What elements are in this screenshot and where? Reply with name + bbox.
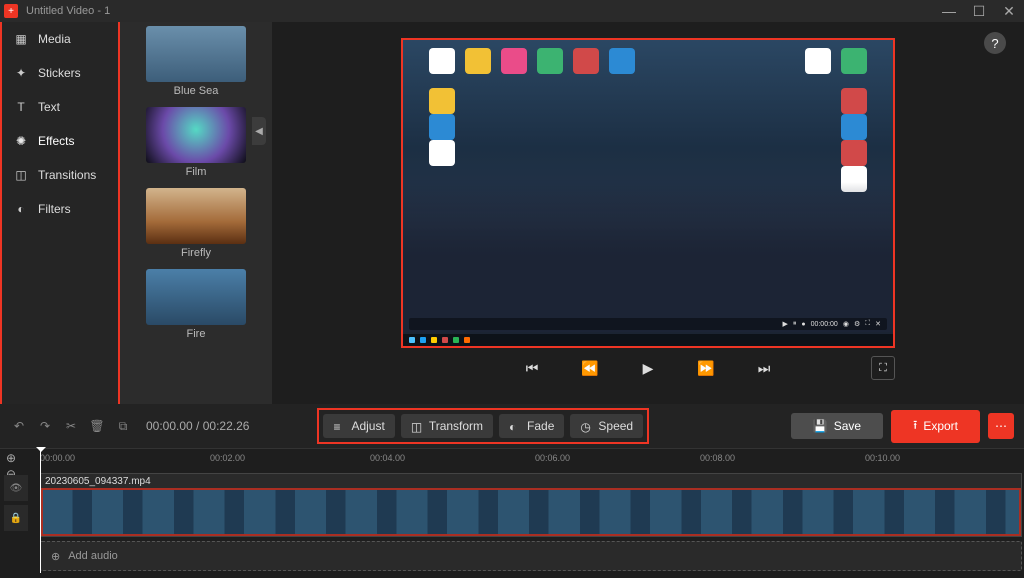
media-icon: ▦ xyxy=(14,32,28,46)
export-label: Export xyxy=(923,419,958,433)
audio-track-label: Add audio xyxy=(68,550,118,562)
ruler-tick: 00:08.00 xyxy=(700,453,735,463)
sidebar-item-effects[interactable]: ✺ Effects xyxy=(2,124,118,158)
playback-controls: ⏮ ⏪ ▶ ⏩ ⏭ ⛶ xyxy=(401,358,895,378)
redo-button[interactable]: ↷ xyxy=(36,417,54,435)
save-label: Save xyxy=(834,419,861,433)
clip-filename: 20230605_094337.mp4 xyxy=(45,476,151,487)
sidebar-item-text[interactable]: T Text xyxy=(2,90,118,124)
asset-thumb-label: Fire xyxy=(146,325,246,346)
fade-button[interactable]: ◐ Fade xyxy=(499,414,564,438)
lane-lock-toggle[interactable]: 🔒 xyxy=(4,505,28,531)
time-display: 00:00.00 / 00:22.26 xyxy=(146,419,249,433)
audio-track[interactable]: ⊕ Add audio xyxy=(40,541,1022,571)
forward-button[interactable]: ⏩ xyxy=(696,358,716,378)
adjust-label: Adjust xyxy=(351,419,384,433)
transform-button[interactable]: ◫ Transform xyxy=(401,414,493,438)
export-icon: ⭱ xyxy=(913,416,917,437)
maximize-button[interactable]: ☐ xyxy=(964,0,994,22)
speed-button[interactable]: ◷ Speed xyxy=(570,414,643,438)
delete-button[interactable]: 🗑 xyxy=(88,417,106,435)
transform-label: Transform xyxy=(429,419,483,433)
save-button[interactable]: 💾 Save xyxy=(791,413,883,439)
cut-button[interactable]: ✂ xyxy=(62,417,80,435)
close-button[interactable]: ✕ xyxy=(994,0,1024,22)
ruler-tick: 00:02.00 xyxy=(210,453,245,463)
text-icon: T xyxy=(14,100,28,114)
sidebar-item-label: Effects xyxy=(38,134,74,148)
export-button[interactable]: ⭱ Export xyxy=(891,410,980,443)
add-icon: ⊕ xyxy=(51,550,60,563)
timeline: ⊕ ⊖ 00:00.00 00:02.00 00:04.00 00:06.00 … xyxy=(0,448,1024,578)
undo-button[interactable]: ↶ xyxy=(10,417,28,435)
rewind-button[interactable]: ⏪ xyxy=(580,358,600,378)
help-icon: ? xyxy=(991,36,998,51)
play-button[interactable]: ▶ xyxy=(638,358,658,378)
preview-pane: ? ▶⏸●00:00:00◉⚙⛶✕ ⏮ ⏪ ▶ ⏩ ⏭ ⛶ xyxy=(272,22,1024,404)
sidebar-item-label: Text xyxy=(38,100,60,114)
transform-icon: ◫ xyxy=(411,420,423,432)
transitions-icon: ◫ xyxy=(14,168,28,182)
asset-firefly[interactable]: Firefly xyxy=(146,188,246,265)
asset-fire[interactable]: Fire xyxy=(146,269,246,346)
time-ruler[interactable]: 00:00.00 00:02.00 00:04.00 00:06.00 00:0… xyxy=(0,449,1024,469)
help-button[interactable]: ? xyxy=(984,32,1006,54)
sidebar-item-label: Stickers xyxy=(38,66,81,80)
clip-frames[interactable] xyxy=(41,488,1021,536)
playhead[interactable] xyxy=(40,449,41,573)
asset-thumb-label: Firefly xyxy=(146,244,246,265)
ruler-tick: 00:10.00 xyxy=(865,453,900,463)
app-logo: + xyxy=(4,4,18,18)
inner-playbar: ▶⏸●00:00:00◉⚙⛶✕ xyxy=(409,318,887,330)
video-preview[interactable]: ▶⏸●00:00:00◉⚙⛶✕ xyxy=(401,38,895,348)
asset-thumb-label: Film xyxy=(146,163,246,184)
titlebar: + Untitled Video - 1 — ☐ ✕ xyxy=(0,0,1024,22)
ruler-tick: 00:04.00 xyxy=(370,453,405,463)
asset-bluesea[interactable]: Blue Sea xyxy=(146,26,246,103)
sidebar-item-label: Filters xyxy=(38,202,71,216)
speed-label: Speed xyxy=(598,419,633,433)
fade-icon: ◐ xyxy=(509,420,521,432)
collapse-handle[interactable]: ◀ xyxy=(252,117,266,145)
video-track[interactable]: 20230605_094337.mp4 xyxy=(40,473,1022,537)
filters-icon: ◐ xyxy=(14,202,28,216)
sidebar-item-label: Media xyxy=(38,32,71,46)
effects-icon: ✺ xyxy=(14,134,28,148)
minimize-button[interactable]: — xyxy=(934,0,964,22)
window-title: Untitled Video - 1 xyxy=(26,5,110,17)
sidebar-item-label: Transitions xyxy=(38,168,96,182)
sidebar-item-filters[interactable]: ◐ Filters xyxy=(2,192,118,226)
inner-taskbar xyxy=(403,334,893,346)
export-more-button[interactable]: ⋯ xyxy=(988,413,1014,439)
sticker-icon: ✦ xyxy=(14,66,28,80)
fullscreen-button[interactable]: ⛶ xyxy=(871,356,895,380)
copy-button[interactable]: ⧉ xyxy=(114,417,132,435)
sidebar: ▦ Media ✦ Stickers T Text ✺ Effects ◫ Transit… xyxy=(0,22,120,404)
fade-label: Fade xyxy=(527,419,554,433)
sidebar-item-media[interactable]: ▦ Media xyxy=(2,22,118,56)
asset-thumb-image xyxy=(146,107,246,163)
ruler-tick: 00:06.00 xyxy=(535,453,570,463)
clip-adjust-group: ≡ Adjust ◫ Transform ◐ Fade ◷ Speed xyxy=(317,408,649,444)
lane-visibility-toggle[interactable]: 👁 xyxy=(4,475,28,501)
skip-start-button[interactable]: ⏮ xyxy=(522,358,542,378)
timeline-toolbar: ↶ ↷ ✂ 🗑 ⧉ 00:00.00 / 00:22.26 ≡ Adjust ◫ T… xyxy=(0,404,1024,448)
asset-film[interactable]: Film xyxy=(146,107,246,184)
save-icon: 💾 xyxy=(813,419,828,433)
asset-thumb-image xyxy=(146,188,246,244)
adjust-button[interactable]: ≡ Adjust xyxy=(323,414,394,438)
sliders-icon: ≡ xyxy=(333,420,345,432)
sidebar-item-transitions[interactable]: ◫ Transitions xyxy=(2,158,118,192)
asset-thumb-image xyxy=(146,26,246,82)
asset-panel: ◀ Blue Sea Film Firefly Fire xyxy=(120,22,272,404)
speed-icon: ◷ xyxy=(580,420,592,432)
asset-thumb-image xyxy=(146,269,246,325)
sidebar-item-stickers[interactable]: ✦ Stickers xyxy=(2,56,118,90)
asset-thumb-label: Blue Sea xyxy=(146,82,246,103)
skip-end-button[interactable]: ⏭ xyxy=(754,358,774,378)
